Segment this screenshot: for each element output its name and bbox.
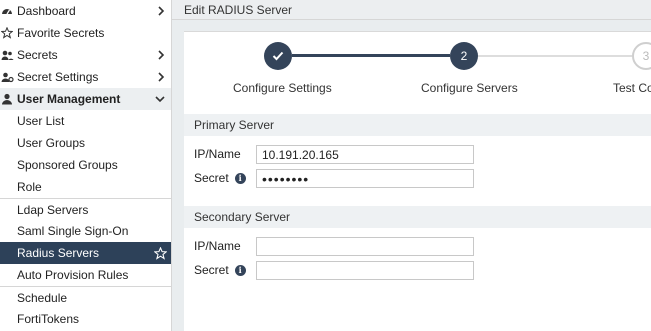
user-gear-icon xyxy=(0,66,14,88)
primary-secret-label: Secret i xyxy=(194,171,246,185)
sidebar-item-fortitokens[interactable]: FortiTokens xyxy=(0,308,171,330)
secondary-ip-input[interactable] xyxy=(256,237,474,256)
step-2-marker[interactable]: 2 xyxy=(450,42,478,70)
secondary-secret-row: Secret i xyxy=(184,258,651,282)
secondary-ip-label-text: IP/Name xyxy=(194,239,241,253)
step-3-label: Test Co xyxy=(613,81,651,95)
sidebar-item-label: User List xyxy=(17,114,65,128)
sidebar-item-label: Secret Settings xyxy=(17,70,99,84)
sidebar-item-sponsored-groups[interactable]: Sponsored Groups xyxy=(0,154,171,176)
sidebar-item-secrets[interactable]: Secrets xyxy=(0,44,171,66)
user-icon xyxy=(0,88,14,110)
chevron-right-icon xyxy=(157,0,165,22)
primary-ip-label: IP/Name xyxy=(194,147,241,161)
primary-server-heading: Primary Server xyxy=(184,114,651,136)
sidebar-item-auto-provision-rules[interactable]: Auto Provision Rules xyxy=(0,264,171,286)
sidebar-item-label: Ldap Servers xyxy=(17,203,89,217)
primary-secret-row: Secret i xyxy=(184,166,651,190)
sidebar: Dashboard Favorite Secrets Secrets Secre… xyxy=(0,0,172,331)
sidebar-item-label: Secrets xyxy=(17,48,58,62)
stepper-pending-line xyxy=(478,55,632,57)
secondary-ip-row: IP/Name xyxy=(184,234,651,258)
sidebar-item-user-list[interactable]: User List xyxy=(0,110,171,132)
primary-ip-label-text: IP/Name xyxy=(194,147,241,161)
info-icon[interactable]: i xyxy=(234,172,246,184)
sidebar-item-label: Sponsored Groups xyxy=(17,158,118,172)
sidebar-item-role[interactable]: Role xyxy=(0,176,171,198)
sidebar-item-label: Radius Servers xyxy=(17,246,100,260)
sidebar-item-dashboard[interactable]: Dashboard xyxy=(0,0,171,22)
sidebar-item-label: Favorite Secrets xyxy=(17,26,105,40)
step-2-label: Configure Servers xyxy=(421,81,518,95)
secondary-secret-input[interactable] xyxy=(256,261,474,280)
secondary-secret-label: Secret i xyxy=(194,263,246,277)
sidebar-item-ldap-servers[interactable]: Ldap Servers xyxy=(0,198,171,220)
step-1-label: Configure Settings xyxy=(233,81,332,95)
sidebar-item-label: FortiTokens xyxy=(17,312,80,326)
sidebar-item-user-groups[interactable]: User Groups xyxy=(0,132,171,154)
sidebar-item-label: Role xyxy=(17,180,42,194)
primary-ip-input[interactable] xyxy=(256,145,474,164)
sidebar-item-schedule[interactable]: Schedule xyxy=(0,286,171,308)
sidebar-item-label: Auto Provision Rules xyxy=(17,268,129,282)
chevron-right-icon xyxy=(157,44,165,66)
step-3-marker[interactable]: 3 xyxy=(632,42,651,70)
favorite-star-icon[interactable] xyxy=(154,242,167,264)
sidebar-item-radius-servers[interactable]: Radius Servers xyxy=(0,242,171,264)
star-outline-icon xyxy=(0,22,14,44)
step-1-check-icon[interactable] xyxy=(264,42,292,70)
sidebar-item-label: User Groups xyxy=(17,136,86,150)
primary-secret-label-text: Secret xyxy=(194,171,229,185)
wizard-stepper: 2 3 Configure Settings Configure Servers… xyxy=(184,32,651,114)
page-title: Edit RADIUS Server xyxy=(172,0,651,20)
sidebar-item-label: Schedule xyxy=(17,291,68,305)
info-icon[interactable]: i xyxy=(234,264,246,276)
users-icon xyxy=(0,44,14,66)
chevron-right-icon xyxy=(157,66,165,88)
sidebar-item-saml-sso[interactable]: Saml Single Sign-On xyxy=(0,220,171,242)
sidebar-item-label: User Management xyxy=(17,92,121,106)
wizard-panel: 2 3 Configure Settings Configure Servers… xyxy=(184,31,651,331)
sidebar-item-label: Saml Single Sign-On xyxy=(17,224,129,238)
secondary-server-heading: Secondary Server xyxy=(184,206,651,228)
secondary-secret-label-text: Secret xyxy=(194,263,229,277)
dashboard-icon xyxy=(0,0,14,22)
sidebar-item-favorite-secrets[interactable]: Favorite Secrets xyxy=(0,22,171,44)
sidebar-item-user-management[interactable]: User Management xyxy=(0,88,171,110)
sidebar-item-secret-settings[interactable]: Secret Settings xyxy=(0,66,171,88)
secondary-ip-label: IP/Name xyxy=(194,239,241,253)
main-content: Edit RADIUS Server 2 3 Configure Setting… xyxy=(172,0,651,331)
chevron-down-icon xyxy=(155,88,165,110)
stepper-progress-line xyxy=(292,54,450,57)
primary-ip-row: IP/Name xyxy=(184,142,651,166)
primary-secret-input[interactable] xyxy=(256,169,474,188)
sidebar-item-label: Dashboard xyxy=(17,4,76,18)
